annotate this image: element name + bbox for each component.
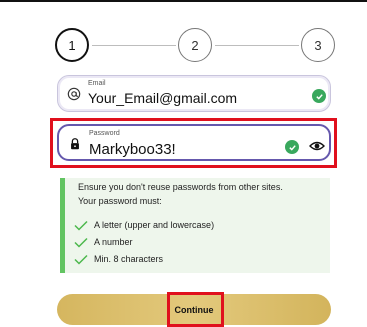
progress-stepper: 1 2 3 xyxy=(0,28,367,64)
checkmark-icon xyxy=(74,220,88,231)
top-divider xyxy=(0,0,367,2)
check-circle-icon xyxy=(312,89,326,103)
checkmark-icon xyxy=(74,254,88,265)
step-1: 1 xyxy=(55,28,89,62)
stepper-connector xyxy=(92,45,176,46)
email-field[interactable]: Email Your_Email@gmail.com xyxy=(57,75,331,112)
requirement-letter: A letter (upper and lowercase) xyxy=(74,219,324,233)
panel-accent-bar xyxy=(60,178,65,273)
checkmark-icon xyxy=(74,237,88,248)
step-2: 2 xyxy=(178,28,212,62)
stepper-connector xyxy=(215,45,299,46)
requirement-number: A number xyxy=(74,236,324,250)
password-requirements-panel: Ensure you don't reuse passwords from ot… xyxy=(60,178,330,273)
reuse-warning: Ensure you don't reuse passwords from ot… xyxy=(78,182,283,192)
highlight-password xyxy=(50,118,337,168)
highlight-continue xyxy=(167,292,224,327)
email-value: Your_Email@gmail.com xyxy=(88,90,238,106)
at-sign-icon xyxy=(67,87,81,101)
requirement-length: Min. 8 characters xyxy=(74,253,324,267)
email-label: Email xyxy=(88,80,106,87)
requirements-heading: Your password must: xyxy=(78,196,162,206)
step-3: 3 xyxy=(301,28,335,62)
